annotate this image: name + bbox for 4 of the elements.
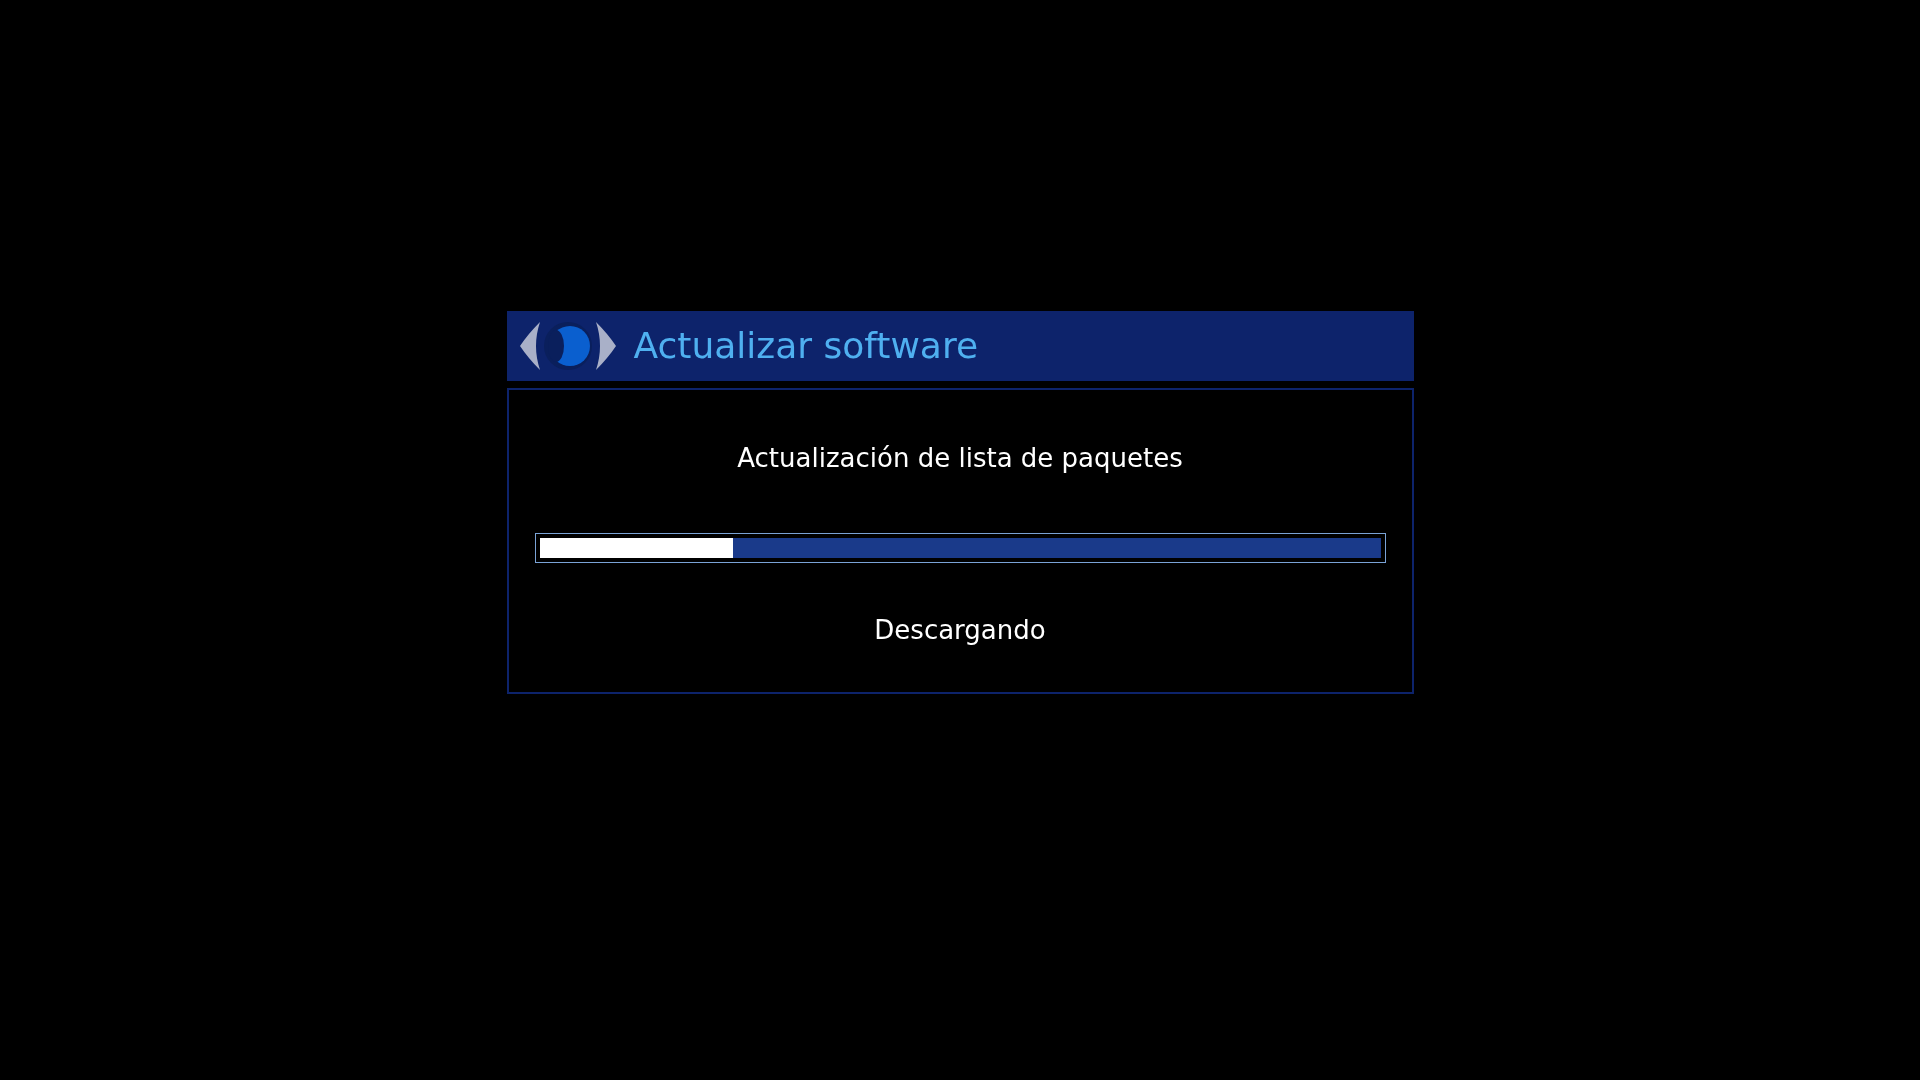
status-text: Descargando	[874, 617, 1046, 643]
eye-logo-icon	[517, 320, 618, 372]
window-title: Actualizar software	[633, 328, 979, 364]
message-text: Actualización de lista de paquetes	[737, 445, 1183, 471]
